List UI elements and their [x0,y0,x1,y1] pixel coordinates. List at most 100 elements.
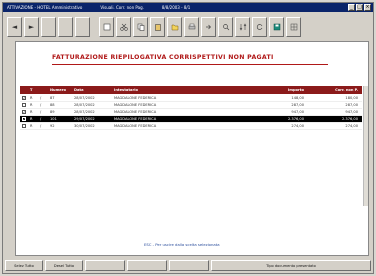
row-checkbox[interactable] [22,102,26,107]
toolbar-button-4[interactable] [58,17,73,37]
row-type: R [30,110,33,114]
sort-icon [239,23,246,31]
row-corr: 287,00 [345,103,358,107]
save-icon [273,23,280,31]
col-header-t[interactable]: T [30,88,40,92]
hint-text: ESC - Per uscire dalla scelta selezionat… [144,242,220,247]
row-data: 30/07/2002 [74,124,95,128]
row-data: 28/07/2002 [74,103,95,107]
row-type: R [30,124,33,128]
row-importo: 274,00 [291,124,304,128]
row-importo: 287,00 [291,103,304,107]
maximize-button[interactable]: □ [356,4,363,11]
close-button[interactable]: × [364,4,371,11]
row-checkbox[interactable]: ✓ [22,96,26,100]
row-slash: / [40,117,42,121]
minimize-button[interactable]: _ [348,4,355,11]
row-data: 29/07/2002 [74,117,95,121]
table-row[interactable]: ✓ R / 89 28/07/2002 MAGDALONE FEDERICA 9… [20,109,362,116]
table-row[interactable]: ✓ R / 87 28/07/2002 MAGDALONE FEDERICA 1… [20,95,362,102]
find-icon [222,24,229,31]
col-header-corr[interactable]: Corr. non P. [304,88,362,92]
row-slash: / [40,96,42,100]
row-numero: 92 [50,124,55,128]
folder-icon [171,24,178,31]
toolbar-button-8[interactable] [133,17,148,37]
row-slash: / [40,110,42,114]
scissors-icon [119,23,128,31]
footer-button-4[interactable] [127,260,167,271]
toolbar-button-12[interactable] [201,17,216,37]
row-numero: 89 [50,110,55,114]
deselect-all-button[interactable]: Desel Tutto [45,260,83,271]
row-numero: 88 [50,103,55,107]
row-intestatario: MAGDALONE FEDERICA [114,110,157,114]
row-data: 28/07/2002 [74,96,95,100]
row-type: R [30,117,33,121]
col-header-data[interactable]: Data [74,88,114,92]
row-type: R [30,103,33,107]
toolbar-button-16[interactable] [269,17,284,37]
title-segment-3: 8/8/2003 - 8/1 [161,5,191,10]
row-importo: 148,00 [291,96,304,100]
toolbar-button-2[interactable]: ► [24,17,39,37]
row-corr: 274,00 [345,124,358,128]
grid-icon [290,23,297,31]
main-panel: FATTURAZIONE RIEPILOGATIVA CORRISPETTIVI… [15,41,369,256]
title-underline [52,64,328,65]
print-icon [188,23,195,30]
refresh-icon [256,24,262,30]
row-numero: 87 [50,96,55,100]
row-corr: 180,00 [345,96,358,100]
vertical-scrollbar[interactable] [363,86,368,206]
footer-button-5[interactable] [169,260,209,271]
row-intestatario: MAGDALONE FEDERICA [114,124,157,128]
toolbar-button-7[interactable] [116,17,131,37]
toolbar-button-15[interactable] [252,17,267,37]
row-type: R [30,96,33,100]
row-checkbox[interactable]: ✓ [22,110,26,114]
toolbar-button-3[interactable] [41,17,56,37]
toolbar-button-9[interactable] [150,17,165,37]
paste-icon [154,24,161,31]
toolbar-button-13[interactable] [218,17,233,37]
toolbar-button-17[interactable] [286,17,301,37]
col-header-numero[interactable]: Numero [50,88,74,92]
toolbar-button-6[interactable] [99,17,114,37]
toolbar-button-11[interactable] [184,17,199,37]
row-data: 28/07/2002 [74,110,95,114]
arrow-icon [205,24,211,30]
toolbar: ◄ ► [7,17,369,39]
row-checkbox[interactable] [22,123,26,128]
toolbar-button-5[interactable] [75,17,90,37]
row-numero: 101 [50,117,57,121]
row-slash: / [40,103,42,107]
table-row[interactable]: R / 88 28/07/2002 MAGDALONE FEDERICA 287… [20,102,362,109]
row-corr: 947,00 [345,110,358,114]
row-intestatario: MAGDALONE FEDERICA [114,103,157,107]
col-header-importo[interactable]: Importo [266,88,304,92]
toolbar-button-14[interactable] [235,17,250,37]
toolbar-button-1[interactable]: ◄ [7,17,22,37]
row-slash: / [40,124,42,128]
copy-icon [137,23,144,31]
table-header: T Numero Data Intestatario Importo Corr.… [20,86,362,94]
row-corr: 2.376,00 [341,117,358,121]
select-all-button[interactable]: Selez Tutto [5,260,43,271]
col-header-intestatario[interactable]: Intestatario [114,88,266,92]
toolbar-button-10[interactable] [167,17,182,37]
button-bar: Selez Tutto Desel Tutto Tipo documento p… [5,260,373,273]
table-row[interactable]: R / 92 30/07/2002 MAGDALONE FEDERICA 274… [20,123,362,130]
row-intestatario: MAGDALONE FEDERICA [114,96,157,100]
document-icon [103,23,110,31]
footer-button-3[interactable] [85,260,125,271]
page-title: FATTURAZIONE RIEPILOGATIVA CORRISPETTIVI… [52,54,274,61]
title-segment-1: ATTIVAZIONE - HOTEL Amministrativo [7,5,83,10]
table-row-selected[interactable]: ✓ R / 101 29/07/2002 MAGDALONE FEDERICA … [20,116,362,123]
application-window: ATTIVAZIONE - HOTEL Amministrativo Visua… [2,2,374,274]
title-segment-2: Visuali. Corr. non Pag. [100,5,144,10]
row-importo: 2.376,00 [287,117,304,121]
title-bar: ATTIVAZIONE - HOTEL Amministrativo Visua… [3,3,373,12]
document-type-button[interactable]: Tipo documento presentato [211,260,371,271]
row-checkbox[interactable]: ✓ [22,117,26,121]
